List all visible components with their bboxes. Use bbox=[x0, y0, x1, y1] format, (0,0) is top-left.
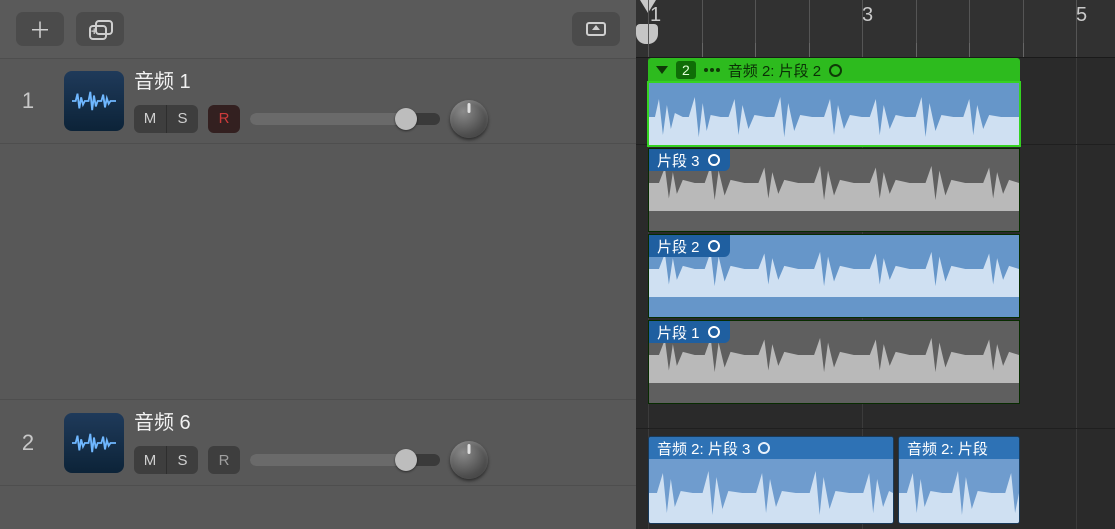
region-header[interactable]: 音频 2: 片段 3 bbox=[649, 437, 893, 459]
track-name[interactable]: 音频 6 bbox=[134, 406, 622, 435]
volume-slider[interactable] bbox=[250, 113, 440, 125]
ruler-tick bbox=[1076, 0, 1077, 57]
ruler-tick-minor bbox=[1023, 0, 1024, 57]
audio-region[interactable]: 音频 2: 片段 3 bbox=[648, 436, 894, 524]
volume-thumb[interactable] bbox=[395, 449, 417, 471]
volume-fill bbox=[250, 113, 406, 125]
track-name[interactable]: 音频 1 bbox=[134, 65, 622, 94]
disclosure-triangle-icon[interactable] bbox=[656, 66, 668, 74]
collapse-button[interactable] bbox=[572, 12, 620, 46]
track-number[interactable]: 2 bbox=[0, 400, 56, 486]
track-controls-group: 音频 6 M S R bbox=[134, 406, 622, 479]
loop-icon bbox=[708, 326, 720, 338]
loop-icon bbox=[708, 240, 720, 252]
take-lane-header[interactable]: 片段 3 bbox=[649, 149, 730, 171]
ruler-tick-minor bbox=[969, 0, 970, 57]
ruler-tick-minor bbox=[809, 0, 810, 57]
take-folder[interactable]: 2 音频 2: 片段 2 片段 3 bbox=[648, 58, 1020, 404]
track-header-panel: ＋ + 1 2 音频 1 bbox=[0, 0, 636, 529]
audio-region[interactable]: 音频 2: 片段 bbox=[898, 436, 1020, 524]
take-count-badge: 2 bbox=[676, 61, 696, 79]
take-lane[interactable]: 片段 2 bbox=[648, 234, 1020, 318]
ruler-tick-minor bbox=[755, 0, 756, 57]
ruler-tick bbox=[648, 0, 649, 57]
take-connector bbox=[56, 144, 136, 399]
add-track-button[interactable]: ＋ bbox=[16, 12, 64, 46]
mute-button[interactable]: M bbox=[134, 446, 166, 474]
take-folder-header[interactable]: 2 音频 2: 片段 2 bbox=[648, 58, 1020, 82]
take-lane-header[interactable]: 片段 2 bbox=[649, 235, 730, 257]
ruler-tick-minor bbox=[916, 0, 917, 57]
track-controls-group: 音频 1 M S R bbox=[134, 65, 622, 138]
ruler-bar-label: 5 bbox=[1076, 4, 1087, 27]
timeline-ruler[interactable]: 1 3 5 bbox=[636, 0, 1115, 58]
mute-solo-group: M S bbox=[134, 446, 198, 474]
track-controls: M S R bbox=[134, 100, 622, 138]
loop-icon bbox=[758, 442, 770, 454]
take-main-lane[interactable] bbox=[648, 82, 1020, 146]
arrangement-area[interactable]: 2 音频 2: 片段 2 片段 3 bbox=[636, 58, 1115, 529]
track-number[interactable]: 1 bbox=[0, 58, 56, 144]
volume-slider[interactable] bbox=[250, 454, 440, 466]
pan-knob[interactable] bbox=[450, 441, 488, 479]
ruler-bar-label: 1 bbox=[650, 4, 661, 27]
take-lane-label: 片段 2 bbox=[657, 236, 700, 257]
volume-fill bbox=[250, 454, 406, 466]
take-lane-label: 片段 1 bbox=[657, 322, 700, 343]
ruler-bar-label: 3 bbox=[862, 4, 873, 27]
record-enable-button[interactable]: R bbox=[208, 105, 240, 133]
arrangement-panel: 1 3 5 2 bbox=[636, 0, 1115, 529]
take-lane[interactable]: 片段 1 bbox=[648, 320, 1020, 404]
waveform bbox=[649, 459, 893, 523]
waveform bbox=[649, 83, 1019, 145]
track-header[interactable]: 音频 6 M S R bbox=[56, 400, 636, 486]
mute-button[interactable]: M bbox=[134, 105, 166, 133]
pan-knob[interactable] bbox=[450, 100, 488, 138]
track-controls: M S R bbox=[134, 441, 622, 479]
ruler-tick bbox=[862, 0, 863, 57]
take-folder-name: 音频 2: 片段 2 bbox=[728, 60, 821, 81]
take-lane[interactable]: 片段 3 bbox=[648, 148, 1020, 232]
duplicate-track-button[interactable]: + bbox=[76, 12, 124, 46]
track-number-column: 1 2 bbox=[0, 58, 56, 529]
region-name: 音频 2: 片段 3 bbox=[657, 438, 750, 459]
take-folder-gutter bbox=[0, 144, 56, 400]
tracks-area: 1 2 音频 1 M S bbox=[0, 58, 636, 529]
row-separator bbox=[636, 428, 1115, 429]
waveform bbox=[899, 459, 1019, 523]
track-header[interactable]: 音频 1 M S R bbox=[56, 58, 636, 144]
region-name: 音频 2: 片段 bbox=[907, 438, 988, 459]
take-folder-spacer bbox=[56, 144, 636, 400]
grid-line bbox=[1076, 58, 1077, 529]
audio-track-icon bbox=[64, 71, 124, 131]
take-lane-header[interactable]: 片段 1 bbox=[649, 321, 730, 343]
track-list: 音频 1 M S R bbox=[56, 58, 636, 529]
ruler-tick-minor bbox=[702, 0, 703, 57]
take-lane-label: 片段 3 bbox=[657, 150, 700, 171]
app-root: ＋ + 1 2 音频 1 bbox=[0, 0, 1115, 529]
quantize-dots-icon bbox=[704, 68, 720, 72]
record-enable-button[interactable]: R bbox=[208, 446, 240, 474]
volume-thumb[interactable] bbox=[395, 108, 417, 130]
loop-icon bbox=[708, 154, 720, 166]
mute-solo-group: M S bbox=[134, 105, 198, 133]
playhead-handle-icon[interactable] bbox=[636, 24, 658, 44]
region-header[interactable]: 音频 2: 片段 bbox=[899, 437, 1019, 459]
solo-button[interactable]: S bbox=[166, 446, 198, 474]
loop-icon bbox=[829, 64, 842, 77]
solo-button[interactable]: S bbox=[166, 105, 198, 133]
audio-track-icon bbox=[64, 413, 124, 473]
toolbar: ＋ + bbox=[0, 0, 636, 58]
